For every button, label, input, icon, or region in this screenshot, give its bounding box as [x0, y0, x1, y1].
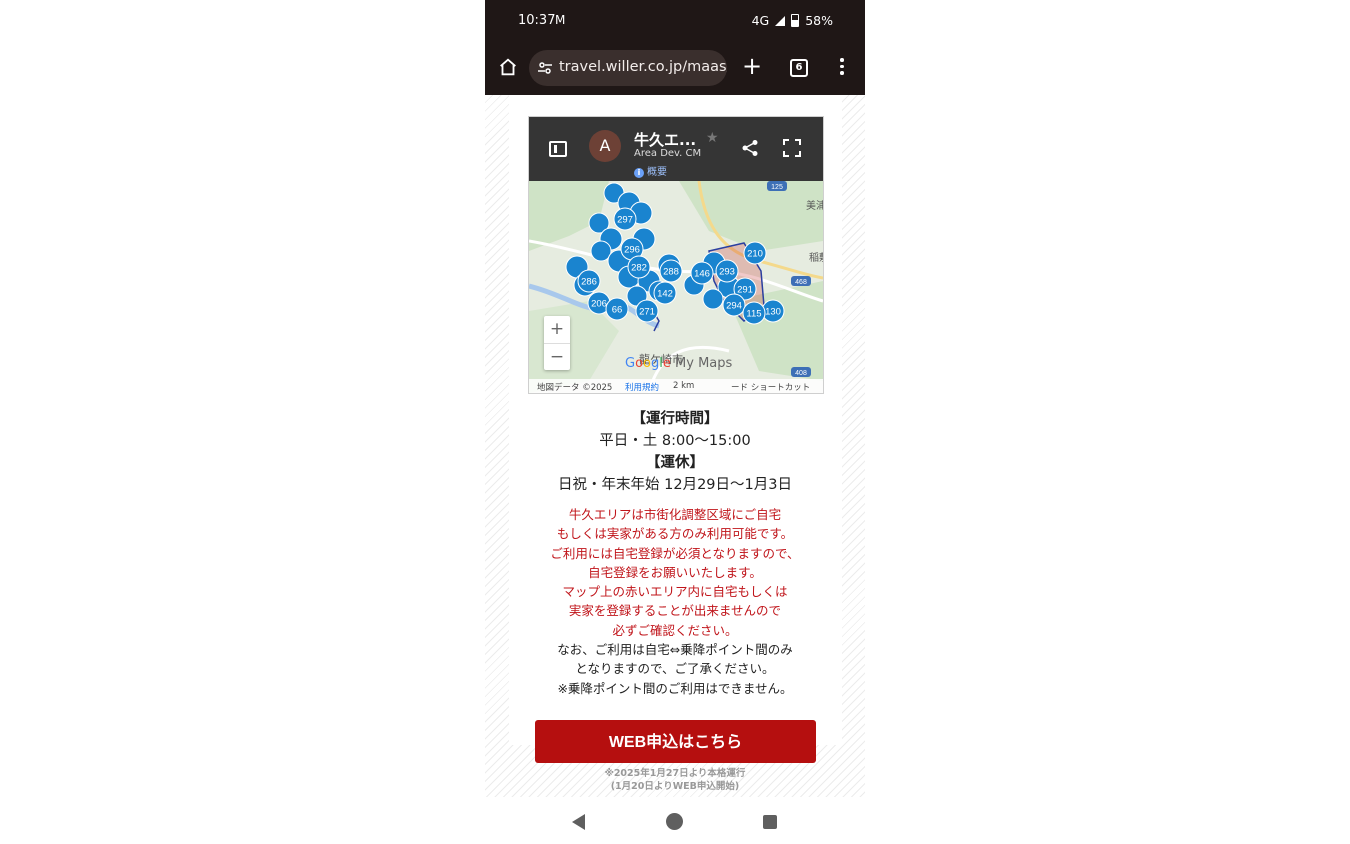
star-icon[interactable]: ★: [706, 130, 719, 146]
new-tab-icon[interactable]: +: [741, 54, 763, 78]
svg-text:468: 468: [795, 279, 807, 286]
notice-line: もしくは実家がある方のみ利用可能です。: [556, 526, 794, 542]
status-bar: 10:37 M 4G 58%: [485, 0, 865, 42]
home-nav-icon[interactable]: [666, 813, 683, 830]
android-nav-bar: [485, 797, 865, 844]
fullscreen-icon[interactable]: [783, 139, 801, 157]
map-marker-label: 206: [591, 299, 607, 310]
battery-level: 58%: [805, 13, 833, 28]
map-header: A 牛久エ... ★ Area Dev. CM i 概要: [529, 117, 823, 181]
map-title: 牛久エ...: [634, 131, 697, 149]
map-marker-label: 66: [612, 305, 623, 316]
svg-text:125: 125: [771, 184, 783, 191]
zoom-out-button[interactable]: −: [544, 344, 570, 371]
notice-line: マップ上の赤いエリア内に自宅もしくは: [562, 584, 788, 600]
hours-text: 平日・土 8:00〜15:00: [599, 433, 751, 449]
hours-heading: 【運行時間】: [631, 411, 719, 427]
notice-line: となりますので、ご了承ください。: [575, 661, 775, 677]
embedded-map[interactable]: A 牛久エ... ★ Area Dev. CM i 概要 125 468 408…: [528, 116, 824, 394]
schedule-section: 【運行時間】 平日・土 8:00〜15:00 【運休】 日祝・年末年始 12月2…: [485, 408, 865, 496]
map-overview-link[interactable]: i 概要: [634, 163, 667, 178]
keyboard-shortcuts-link[interactable]: ード ショートカット: [731, 381, 810, 393]
phone-screen: 10:37 M 4G 58% travel.willer.co.jp/maas/…: [485, 0, 865, 844]
map-overview-label: 概要: [647, 167, 667, 178]
map-marker-label: 146: [694, 269, 710, 280]
page-content: A 牛久エ... ★ Area Dev. CM i 概要 125 468 408…: [485, 95, 865, 797]
status-right: 4G 58%: [752, 13, 833, 28]
map-marker-label: 130: [765, 307, 781, 318]
map-legend-toggle-icon[interactable]: [549, 141, 567, 157]
tab-switcher-icon[interactable]: 6: [790, 59, 808, 77]
notice-line: 実家を登録することが出来ませんので: [568, 603, 782, 619]
place-label: 美浦: [806, 199, 823, 212]
browser-toolbar: travel.willer.co.jp/maas/n + 6: [485, 42, 865, 95]
footnote-line: (1月20日よりWEB申込開始): [610, 780, 740, 792]
map-marker-label: 296: [624, 245, 640, 256]
network-label: 4G: [751, 13, 770, 28]
map-marker-label: 286: [581, 277, 597, 288]
signal-icon: [775, 15, 786, 26]
notice-line: 牛久エリアは市街化調整区域にご自宅: [568, 507, 782, 522]
map-marker-label: 288: [663, 267, 679, 278]
notice-line: ※乗降ポイント間のご利用はできません。: [557, 680, 793, 696]
home-icon[interactable]: [497, 56, 519, 78]
launch-footnote: ※2025年1月27日より本格運行 (1月20日よりWEB申込開始): [485, 768, 865, 793]
battery-icon: [791, 14, 800, 27]
address-bar[interactable]: travel.willer.co.jp/maas/n: [529, 50, 727, 86]
place-label: 稲敷: [809, 251, 823, 264]
back-icon[interactable]: [572, 814, 585, 830]
notice-line: なお、ご利用は自宅⇔乗降ポイント間のみ: [557, 642, 793, 658]
notice-section: 牛久エリアは市街化調整区域にご自宅 もしくは実家がある方のみ利用可能です。 ご利…: [485, 505, 865, 698]
menu-icon[interactable]: [839, 58, 845, 78]
map-subtitle: Area Dev. CM: [634, 148, 702, 159]
map-marker-label: 291: [737, 285, 753, 296]
scale-label: 2 km: [673, 381, 695, 391]
url-text: travel.willer.co.jp/maas/n: [559, 59, 727, 75]
notice-line: 必ずご確認ください。: [612, 622, 738, 638]
holiday-text: 日祝・年末年始 12月29日〜1月3日: [558, 477, 792, 493]
map-marker-label: 115: [746, 309, 761, 320]
avatar: A: [589, 130, 621, 162]
share-icon[interactable]: [741, 139, 759, 157]
map-marker-label: 271: [639, 307, 655, 318]
holiday-heading: 【運休】: [646, 455, 704, 471]
site-settings-icon[interactable]: [537, 60, 553, 76]
web-apply-button[interactable]: WEB申込はこちら: [535, 720, 816, 763]
map-data-credit: 地図データ ©2025: [537, 383, 613, 393]
map-canvas[interactable]: 125 468 408 美浦 稲敷 龍ケ崎市: [529, 180, 823, 393]
info-icon: i: [634, 168, 644, 178]
notice-line: ご利用には自宅登録が必須となりますので、: [550, 545, 800, 561]
map-marker-label: 210: [747, 249, 763, 260]
recent-apps-icon[interactable]: [763, 815, 777, 829]
map-marker-label: 297: [617, 215, 633, 226]
map-marker-label: 142: [657, 289, 673, 300]
status-time: 10:37: [518, 13, 556, 28]
map-marker-label: 282: [631, 263, 647, 274]
footnote-line: ※2025年1月27日より本格運行: [604, 768, 746, 779]
notice-line: 自宅登録をお願いいたします。: [588, 564, 762, 580]
zoom-controls: + −: [544, 316, 570, 370]
google-my-maps-logo: Google My Maps: [625, 356, 733, 371]
map-marker-label: 293: [719, 267, 735, 278]
terms-link[interactable]: 利用規約: [625, 381, 659, 393]
gmail-icon: M: [555, 13, 566, 27]
svg-text:408: 408: [795, 370, 807, 377]
map-attribution-bar: 地図データ ©2025 利用規約 2 km ード ショートカット: [529, 379, 823, 393]
map-marker-label: 294: [726, 301, 742, 312]
zoom-in-button[interactable]: +: [544, 316, 570, 344]
